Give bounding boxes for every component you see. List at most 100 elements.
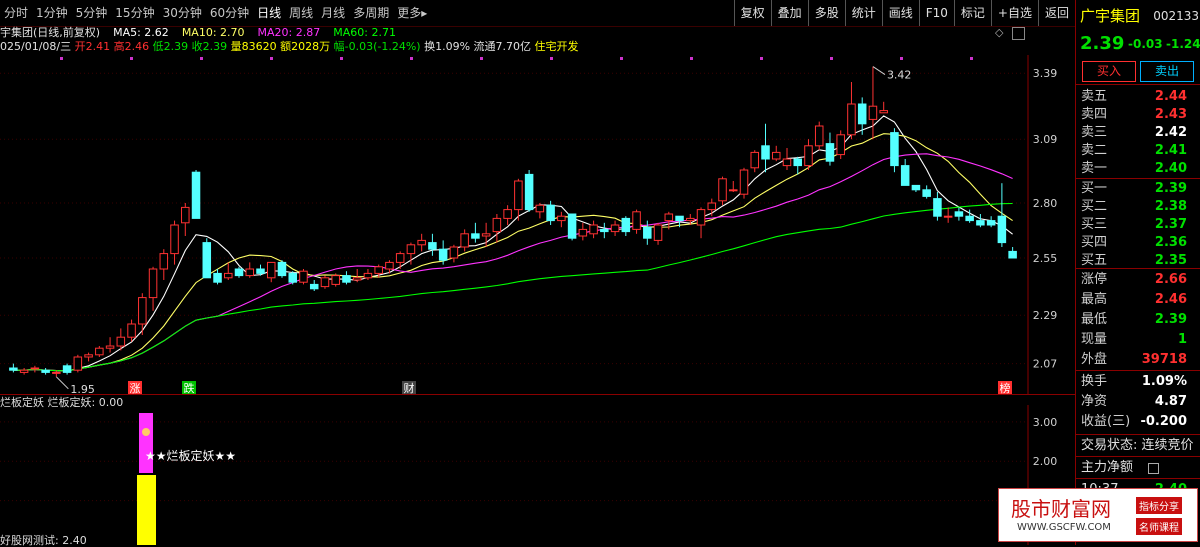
candle-body bbox=[793, 158, 802, 167]
candle-body bbox=[481, 233, 491, 237]
period-tab-1[interactable]: 1分钟 bbox=[32, 0, 72, 26]
info-float: 流通7.70亿 bbox=[473, 40, 532, 53]
period-tabs: 分时 1分钟 5分钟 15分钟 30分钟 60分钟 日线 周线 月线 多周期 更多▸ bbox=[0, 0, 431, 26]
info-turnover: 换1.09% bbox=[424, 40, 471, 53]
candle-body bbox=[761, 145, 770, 160]
info-sector[interactable]: 住宅开发 bbox=[535, 40, 579, 53]
candle-body bbox=[868, 105, 878, 120]
bids-row[interactable]: 买一 2.39 bbox=[1076, 179, 1200, 199]
now-vol-label: 现量 bbox=[1081, 332, 1108, 347]
candle-body bbox=[84, 354, 93, 358]
bids-row[interactable]: 买三 2.37 bbox=[1076, 215, 1200, 235]
now-vol-value: 1 bbox=[1177, 332, 1187, 347]
candle-body bbox=[621, 217, 631, 233]
book-price: 2.36 bbox=[1154, 235, 1187, 250]
y-tick-label: 2.55 bbox=[1033, 252, 1058, 265]
period-tab-4[interactable]: 30分钟 bbox=[159, 0, 206, 26]
tool-button-0[interactable]: 复权 bbox=[733, 0, 771, 26]
candle-body bbox=[535, 204, 545, 213]
tool-button-5[interactable]: F10 bbox=[918, 0, 954, 26]
candle-body bbox=[825, 143, 835, 162]
book-price: 2.44 bbox=[1154, 89, 1187, 104]
candle-body bbox=[52, 371, 61, 374]
candle-body bbox=[428, 242, 437, 250]
candle-body bbox=[900, 165, 910, 186]
signal-bar-magenta bbox=[139, 413, 153, 473]
book-label: 买三 bbox=[1081, 217, 1108, 232]
tool-button-8[interactable]: 返回 bbox=[1037, 0, 1075, 26]
candle-body bbox=[857, 103, 867, 125]
candle-body bbox=[363, 272, 373, 279]
top-dot-marker bbox=[340, 57, 343, 60]
indicator-chart[interactable]: 3.002.001.00 bbox=[0, 405, 1075, 545]
tool-button-6[interactable]: 标记 bbox=[953, 0, 991, 26]
candle-body bbox=[847, 103, 856, 136]
candle-body bbox=[965, 215, 974, 222]
period-tab-10[interactable]: 更多▸ bbox=[393, 0, 431, 26]
top-dot-marker bbox=[410, 57, 413, 60]
candle-body bbox=[277, 261, 287, 277]
candle-body bbox=[782, 158, 792, 167]
candle-body bbox=[664, 213, 674, 222]
tool-button-2[interactable]: 多股 bbox=[807, 0, 845, 26]
candle-body bbox=[191, 171, 201, 219]
limit-up-label: 涨停 bbox=[1081, 272, 1108, 287]
ma10-label: MA10: 2.70 bbox=[181, 26, 245, 39]
candle-body bbox=[771, 151, 781, 160]
asks-row[interactable]: 卖五 2.44 bbox=[1076, 87, 1200, 107]
asks-row[interactable]: 卖四 2.43 bbox=[1076, 105, 1200, 125]
top-dot-marker bbox=[620, 57, 623, 60]
stock-code: 002133 bbox=[1153, 9, 1199, 23]
asks-row[interactable]: 卖三 2.42 bbox=[1076, 123, 1200, 143]
asks-row[interactable]: 卖二 2.41 bbox=[1076, 141, 1200, 161]
period-tab-7[interactable]: 周线 bbox=[285, 0, 317, 26]
period-tab-2[interactable]: 5分钟 bbox=[72, 0, 112, 26]
sell-button[interactable]: 卖出 bbox=[1140, 61, 1194, 82]
list-icon[interactable] bbox=[1148, 463, 1159, 474]
bids-row[interactable]: 买四 2.36 bbox=[1076, 233, 1200, 253]
ma10-line bbox=[13, 133, 1013, 372]
candle-body bbox=[159, 253, 169, 270]
candle-body bbox=[438, 248, 448, 261]
tool-button-4[interactable]: 画线 bbox=[881, 0, 919, 26]
book-label: 买二 bbox=[1081, 199, 1108, 214]
book-price: 2.43 bbox=[1154, 107, 1187, 122]
candle-body bbox=[385, 261, 394, 270]
watermark-tag1: 指标分享 bbox=[1136, 497, 1182, 514]
candle-body bbox=[632, 211, 641, 230]
candle-body bbox=[41, 369, 50, 373]
candle-body bbox=[879, 110, 888, 114]
top-dot-marker bbox=[830, 57, 833, 60]
candlestick-chart[interactable]: 3.393.092.802.552.292.07 3.421.95 涨跌财榜 bbox=[0, 55, 1075, 395]
main-flow-label[interactable]: 主力净额 bbox=[1081, 458, 1133, 478]
candle-body bbox=[395, 253, 405, 263]
top-dot-marker bbox=[760, 57, 763, 60]
tool-button-3[interactable]: 统计 bbox=[844, 0, 882, 26]
period-tab-0[interactable]: 分时 bbox=[0, 0, 32, 26]
period-tab-5[interactable]: 60分钟 bbox=[206, 0, 253, 26]
top-dot-marker bbox=[480, 57, 483, 60]
price-change: -0.03 bbox=[1128, 37, 1163, 51]
candle-body bbox=[814, 125, 824, 147]
asks-row[interactable]: 卖一 2.40 bbox=[1076, 159, 1200, 179]
stock-name: 广宇集团 bbox=[1080, 7, 1141, 25]
period-tab-6[interactable]: 日线 bbox=[253, 0, 285, 26]
bids-row[interactable]: 买二 2.38 bbox=[1076, 197, 1200, 217]
candle-body bbox=[352, 277, 362, 281]
candle-body bbox=[503, 209, 512, 219]
tool-button-7[interactable]: +自选 bbox=[990, 0, 1038, 26]
candle-body bbox=[127, 323, 136, 338]
candle-body bbox=[997, 215, 1007, 244]
period-tab-9[interactable]: 多周期 bbox=[349, 0, 393, 26]
period-tab-3[interactable]: 15分钟 bbox=[111, 0, 158, 26]
tool-button-1[interactable]: 叠加 bbox=[770, 0, 808, 26]
candle-body bbox=[449, 246, 459, 259]
period-tab-8[interactable]: 月线 bbox=[317, 0, 349, 26]
top-dot-marker bbox=[130, 57, 133, 60]
buy-button[interactable]: 买入 bbox=[1082, 61, 1136, 82]
candle-body bbox=[202, 242, 212, 279]
book-label: 买四 bbox=[1081, 235, 1108, 250]
candle-body bbox=[610, 224, 620, 233]
candle-body bbox=[73, 356, 83, 371]
outer-label: 外盘 bbox=[1081, 352, 1108, 367]
